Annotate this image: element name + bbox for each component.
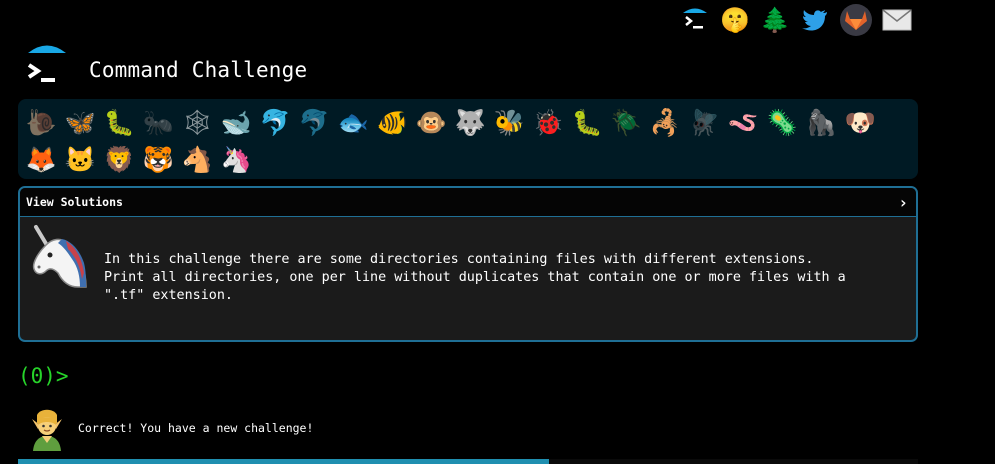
monkey-face-icon[interactable]: 🐵 xyxy=(414,104,449,141)
horse-icon[interactable]: 🐴 xyxy=(180,141,215,178)
fox-icon[interactable]: 🦊 xyxy=(24,141,59,178)
description-line: In this challenge there are some directo… xyxy=(104,252,814,267)
command-prompt[interactable]: (0)> xyxy=(18,364,69,388)
worm-icon[interactable]: 🪱 xyxy=(726,104,761,141)
tropical-fish-icon[interactable]: 🐠 xyxy=(375,104,410,141)
beetle-icon[interactable]: 🪲 xyxy=(609,104,644,141)
view-solutions-label: View Solutions xyxy=(26,195,123,209)
shushing-face-icon[interactable]: 🤫 xyxy=(720,5,750,35)
progress-fill xyxy=(18,459,549,464)
chevron-right-icon[interactable]: › xyxy=(898,193,908,212)
gitlab-fox-icon[interactable] xyxy=(840,4,872,36)
porpoise-icon[interactable]: 🐬 xyxy=(297,104,332,141)
ant-icon[interactable]: 🐜 xyxy=(141,104,176,141)
unicorn-icon[interactable]: 🦄 xyxy=(219,141,254,178)
description-line: Print all directories, one per line with… xyxy=(104,270,846,285)
view-solutions-toggle[interactable]: View Solutions › xyxy=(20,188,916,217)
fly-icon[interactable]: 🪰 xyxy=(687,104,722,141)
wolf-icon[interactable]: 🐺 xyxy=(453,104,488,141)
butterfly-icon[interactable]: 🦋 xyxy=(63,104,98,141)
challenge-description: In this challenge there are some directo… xyxy=(104,251,904,305)
challenge-panel: View Solutions › In this challenge there… xyxy=(18,186,918,342)
challenge-body: In this challenge there are some directo… xyxy=(20,217,916,340)
dolphin-icon[interactable]: 🐬 xyxy=(258,104,293,141)
top-icon-bar: 🤫 🌲 xyxy=(680,2,912,38)
caterpillar-icon[interactable]: 🐛 xyxy=(570,104,605,141)
page-title: Command Challenge xyxy=(89,58,308,82)
lion-icon[interactable]: 🦁 xyxy=(102,141,137,178)
envelope-icon[interactable] xyxy=(882,5,912,35)
fish-icon[interactable]: 🐟 xyxy=(336,104,371,141)
status-message: Correct! You have a new challenge! xyxy=(78,421,314,435)
spider-web-icon[interactable]: 🕸 xyxy=(180,104,215,141)
tree-icon[interactable]: 🌲 xyxy=(760,5,790,35)
scorpion-icon[interactable]: 🦂 xyxy=(648,104,683,141)
description-line: ".tf" extension. xyxy=(104,288,233,303)
bug-icon[interactable]: 🐛 xyxy=(102,104,137,141)
challenge-animal-strip: 🐌 🦋 🐛 🐜 🕸 🐋 🐬 🐬 🐟 🐠 🐵 🐺 🐝 🐞 🐛 🪲 🦂 🪰 🪱 🦠 … xyxy=(18,99,918,179)
tiger-icon[interactable]: 🐯 xyxy=(141,141,176,178)
twitter-bird-icon[interactable] xyxy=(800,5,830,35)
microbe-icon[interactable]: 🦠 xyxy=(765,104,800,141)
unicorn-icon xyxy=(28,223,90,289)
ladybug-icon[interactable]: 🐞 xyxy=(531,104,566,141)
gorilla-icon[interactable]: 🦍 xyxy=(804,104,839,141)
site-logo-icon[interactable] xyxy=(24,44,70,90)
bee-icon[interactable]: 🐝 xyxy=(492,104,527,141)
snail-icon[interactable]: 🐌 xyxy=(24,104,59,141)
terminal-icon[interactable] xyxy=(680,5,710,35)
cat-icon[interactable]: 🐱 xyxy=(63,141,98,178)
dog-icon[interactable]: 🐶 xyxy=(843,104,878,141)
elf-icon xyxy=(28,407,66,451)
challenge-progress-bar xyxy=(18,459,918,464)
whale-icon[interactable]: 🐋 xyxy=(219,104,254,141)
